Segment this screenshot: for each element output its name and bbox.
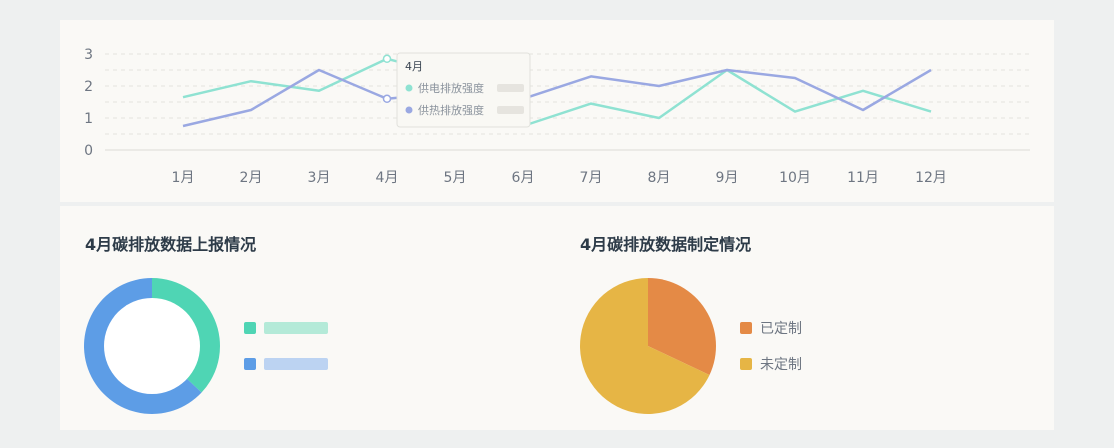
x-tick-label: 6月 [512,170,535,186]
x-tick-label: 8月 [648,170,671,186]
report-donut-chart: 已定制未定制 [84,278,802,414]
chart-tooltip: 4月供电排放强度供热排放强度 [396,52,531,128]
highlight-point-1 [382,54,392,64]
y-tick-label: 1 [84,111,93,127]
donut-hole [104,298,200,394]
tooltip-value-placeholder-1 [497,84,524,92]
emission-line-chart: 01231月 2月 3月 4月 5月 6月 7月 8月 9月 10月 11月 12月4月供电排放强度供… [84,47,1030,186]
donut-legend-marker-2 [244,358,256,370]
y-tick-label: 2 [84,79,93,95]
x-tick-label: 5月 [444,170,467,186]
tooltip-label-2: 供热排放强度 [418,103,484,117]
pie-legend-label-1: 已定制 [760,321,802,337]
x-tick-label: 11月 [847,170,879,186]
x-tick-label: 1月 [172,170,195,186]
x-tick-label: 12月 [915,170,947,186]
tooltip-title: 4月 [405,60,423,73]
x-tick-label: 7月 [580,170,603,186]
highlight-point-2 [382,94,392,104]
x-tick-label: 3月 [308,170,331,186]
x-tick-label: 9月 [716,170,739,186]
tooltip-label-1: 供电排放强度 [418,81,484,95]
x-tick-label: 4月 [376,170,399,186]
x-tick-label: 2月 [240,170,263,186]
donut-legend-label-placeholder-1 [264,322,328,334]
pie-legend-marker-2 [740,358,752,370]
series-line-1 [182,57,932,128]
y-tick-label: 3 [84,47,93,63]
pie-legend-marker-1 [740,322,752,334]
donut-legend-label-placeholder-2 [264,358,328,370]
donut-legend-marker-1 [244,322,256,334]
y-tick-label: 0 [84,143,93,159]
tooltip-marker-2 [405,106,413,114]
distribution-card: 4月碳排放数据上报情况 4月碳排放数据制定情况 已定制 未定制 [60,206,1054,430]
trend-chart-card: 0 1 2 3 1月 2月 3月 4月 5月 6月 7月 8月 9月 10月 11月 12月 4月 供电排放强度供… [60,20,1054,202]
tooltip-value-placeholder-2 [497,106,524,114]
pie-legend-label-2: 未定制 [760,357,802,373]
x-tick-label: 10月 [779,170,811,186]
tooltip-marker-1 [405,84,413,92]
